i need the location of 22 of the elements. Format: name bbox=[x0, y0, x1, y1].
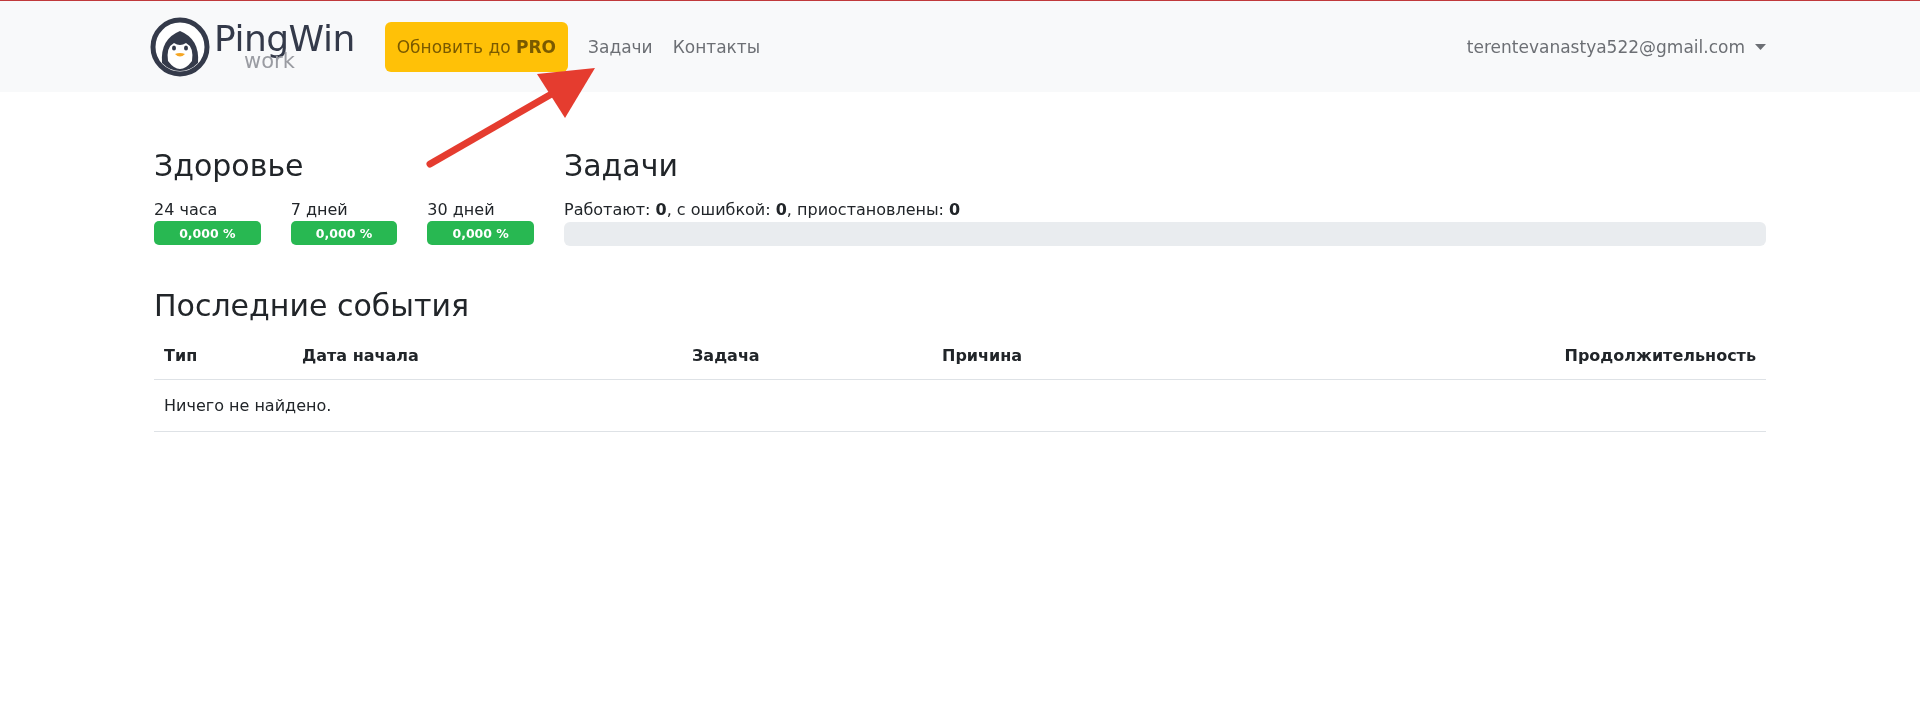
nav-link[interactable]: Контакты bbox=[672, 36, 761, 57]
section-heading: Здоровье bbox=[154, 148, 305, 184]
penguin-logo-icon bbox=[150, 16, 210, 77]
caret-icon bbox=[1755, 43, 1766, 50]
section-heading: Задачи bbox=[564, 148, 679, 184]
column-header: Задача bbox=[682, 322, 932, 380]
user-menu[interactable]: terentevanastya522@gmail.com bbox=[1466, 36, 1766, 57]
period-label: 30 дней bbox=[427, 200, 496, 219]
upgrade-button[interactable]: Обновить до PRO bbox=[384, 21, 569, 72]
uptime-badge: 0,000 % bbox=[154, 221, 261, 245]
column-header: Продолжительность bbox=[1199, 322, 1766, 380]
column-header: Причина bbox=[932, 322, 1200, 380]
empty-table-message: Ничего не найдено. bbox=[154, 379, 1766, 432]
uptime-badge: 0,000 % bbox=[427, 221, 534, 245]
column-header: Дата начала bbox=[292, 322, 682, 380]
period-label: 24 часа bbox=[154, 200, 219, 219]
uptime-badge: 0,000 % bbox=[290, 221, 398, 245]
nav-link[interactable]: Задачи bbox=[588, 36, 653, 57]
period-label: 7 дней bbox=[290, 200, 349, 219]
section-heading: Последние события bbox=[154, 288, 470, 324]
tasks-summary: Работают: 0, с ошибкой: 0, приостановлены: 0 bbox=[564, 200, 962, 219]
column-header: Тип bbox=[154, 322, 292, 380]
